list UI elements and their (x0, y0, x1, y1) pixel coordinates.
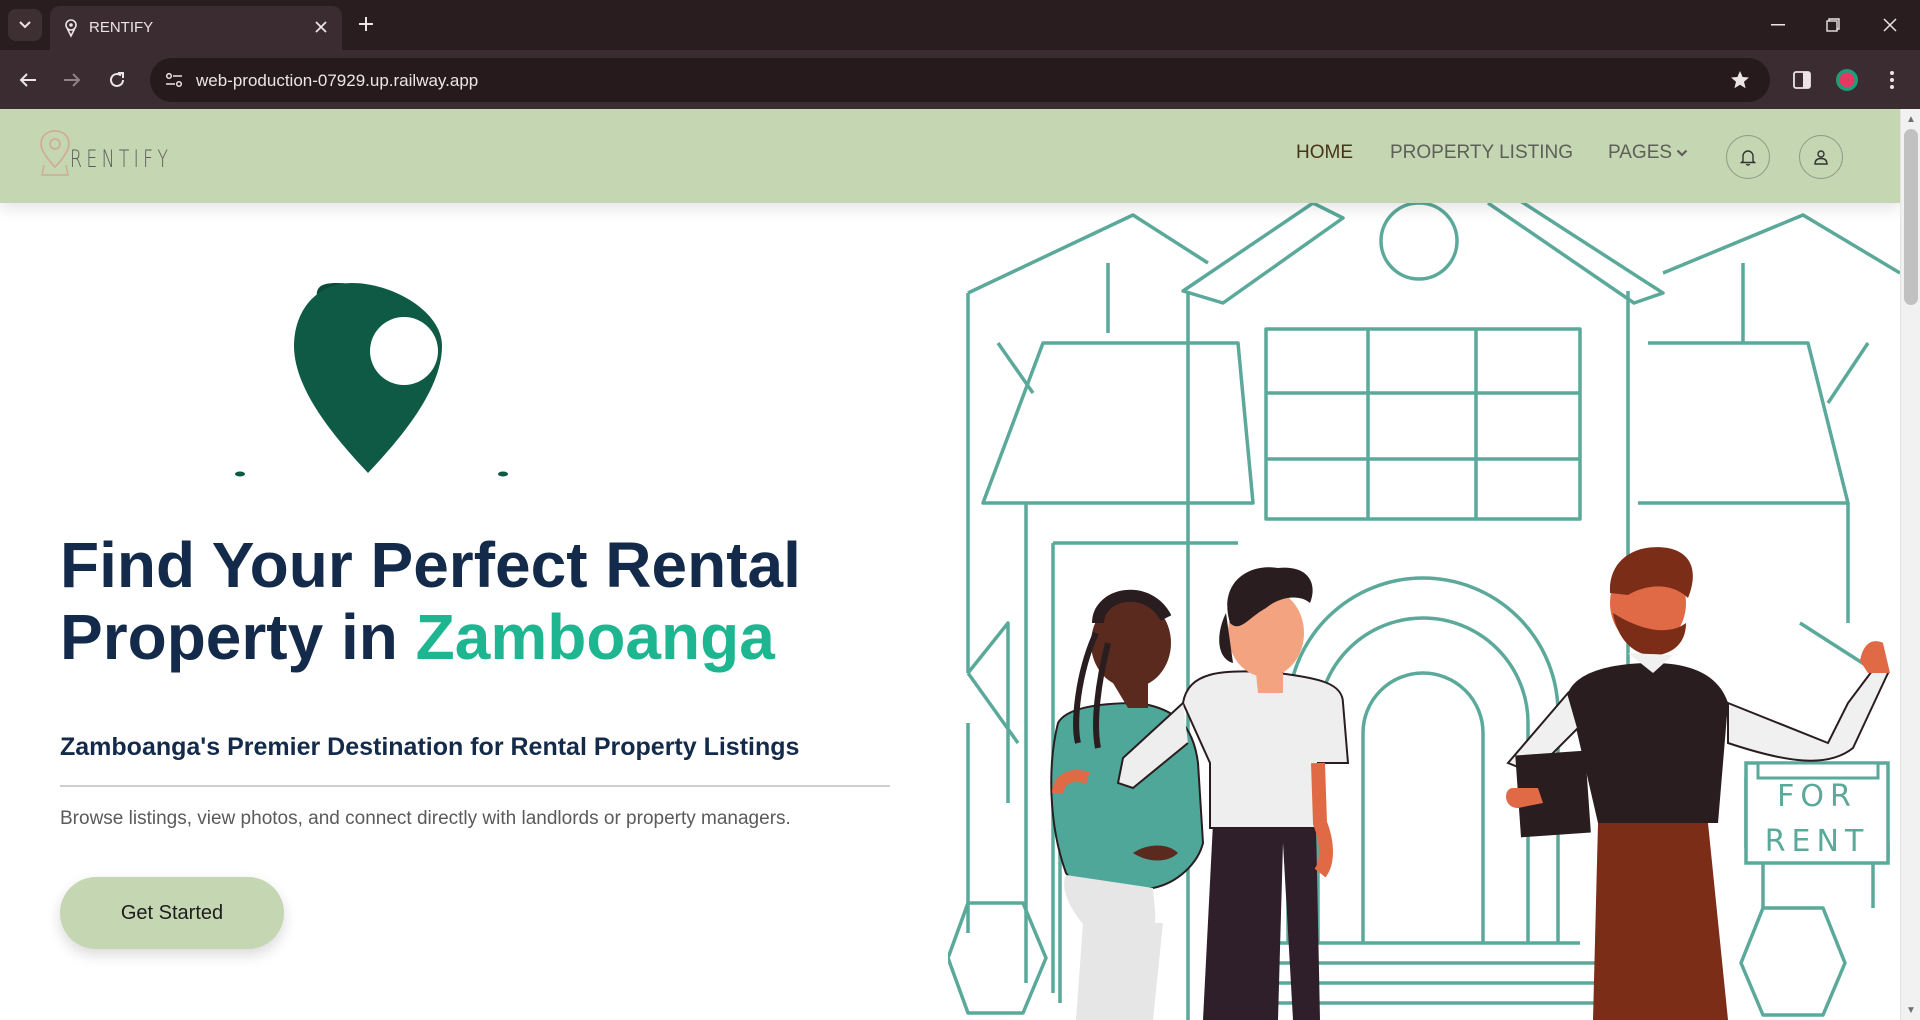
window-close-icon (1883, 18, 1897, 32)
restore-icon (1826, 18, 1840, 32)
tab-search-button[interactable] (8, 9, 42, 41)
hero-headline: Find Your Perfect Rental Property in Zam… (60, 529, 960, 673)
site-info-button[interactable] (160, 66, 188, 94)
nav-property-listing[interactable]: PROPERTY LISTING (1390, 142, 1573, 164)
page-viewport: RENTIFY HOME PROPERTY LISTING PAGES Find… (0, 109, 1920, 1020)
minimize-icon (1771, 24, 1785, 26)
forward-icon (64, 73, 81, 87)
scrollbar-thumb[interactable] (1904, 129, 1918, 305)
reload-icon (110, 72, 124, 87)
nav-home[interactable]: HOME (1296, 142, 1353, 164)
star-icon (1731, 71, 1749, 89)
hero-illustration: FOR RENT (948, 203, 1900, 1020)
chevron-down-icon (1676, 149, 1688, 157)
restore-button[interactable] (1815, 10, 1851, 40)
for-rent-sign-line2: RENT (1765, 824, 1870, 859)
back-button[interactable] (12, 64, 44, 96)
nav-pages-label: PAGES (1608, 142, 1673, 163)
site-logo[interactable]: RENTIFY (38, 129, 188, 185)
account-button[interactable] (1799, 135, 1843, 179)
profile-icon (1836, 69, 1858, 91)
headline-line1: Find Your Perfect Rental (60, 529, 801, 601)
profile-button[interactable] (1831, 64, 1863, 96)
hero-subheading: Zamboanga's Premier Destination for Rent… (60, 733, 800, 761)
new-tab-button[interactable] (352, 10, 380, 38)
headline-line2: Property in (60, 601, 416, 673)
get-started-button[interactable]: Get Started (60, 877, 284, 949)
browser-tab[interactable]: RENTIFY (50, 6, 342, 50)
tab-title: RENTIFY (89, 19, 154, 36)
browser-titlebar: RENTIFY (0, 0, 1920, 50)
window-close-button[interactable] (1872, 10, 1908, 40)
menu-icon (1890, 71, 1894, 89)
reload-button[interactable] (101, 64, 133, 96)
page-scrollbar[interactable]: ▲ ▼ (1900, 109, 1920, 1020)
favicon-pin-icon (65, 19, 77, 38)
site-info-icon (165, 73, 183, 87)
plus-icon (359, 17, 373, 31)
logo-pin-icon (40, 130, 70, 176)
site-header: RENTIFY HOME PROPERTY LISTING PAGES (0, 109, 1900, 203)
scroll-up-arrow[interactable]: ▲ (1901, 111, 1920, 127)
side-panel-icon (1793, 71, 1811, 89)
scroll-down-arrow[interactable]: ▼ (1901, 1002, 1920, 1018)
browser-menu-button[interactable] (1876, 64, 1908, 96)
notifications-button[interactable] (1726, 135, 1770, 179)
address-url[interactable]: web-production-07929.up.railway.app (196, 71, 478, 91)
close-icon (315, 21, 327, 33)
for-rent-sign-line1: FOR (1777, 779, 1857, 814)
user-icon (1814, 150, 1828, 165)
tab-close-button[interactable] (310, 16, 332, 38)
hero-divider (60, 785, 890, 787)
bell-icon (1740, 150, 1756, 166)
hero-description: Browse listings, view photos, and connec… (60, 808, 791, 829)
forward-button[interactable] (56, 64, 88, 96)
bookmark-button[interactable] (1726, 66, 1754, 94)
tab-search-icon (19, 21, 31, 29)
minimize-button[interactable] (1760, 10, 1796, 40)
nav-pages[interactable]: PAGES (1608, 142, 1688, 164)
back-icon (19, 73, 36, 87)
person-woman (1050, 589, 1205, 1020)
location-pin-icon (235, 283, 508, 477)
address-bar[interactable]: web-production-07929.up.railway.app (150, 58, 1770, 102)
browser-toolbar: web-production-07929.up.railway.app (0, 50, 1920, 109)
headline-accent: Zamboanga (415, 601, 775, 673)
logo-wordmark: RENTIFY (70, 145, 173, 173)
side-panel-button[interactable] (1786, 64, 1818, 96)
